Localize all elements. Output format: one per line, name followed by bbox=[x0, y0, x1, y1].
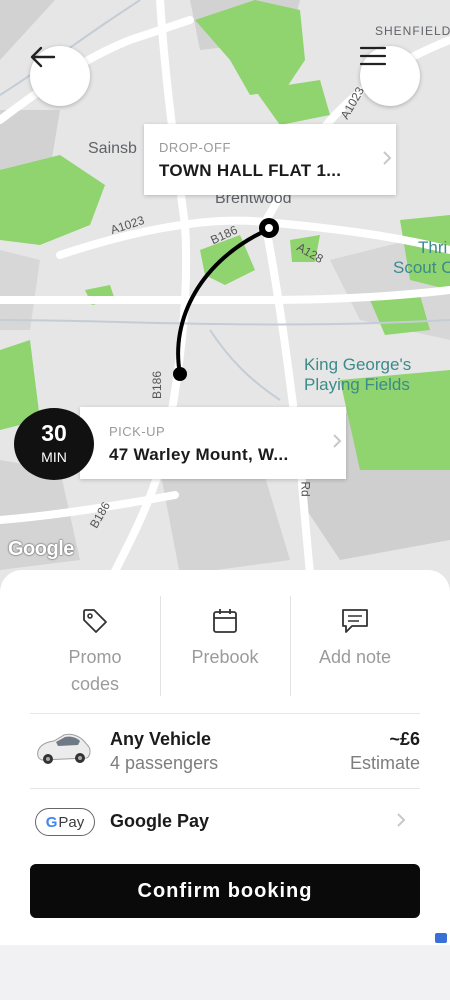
fare-price: ~£6 bbox=[389, 729, 420, 749]
dropoff-caption: DROP-OFF bbox=[159, 140, 231, 155]
eta-minutes: 30 bbox=[41, 420, 67, 446]
eta-unit: MIN bbox=[41, 449, 67, 465]
prebook-button[interactable]: Prebook bbox=[160, 596, 290, 696]
pickup-card[interactable]: PICK-UP 47 Warley Mount, W... bbox=[80, 407, 346, 479]
google-logo: Google bbox=[8, 538, 74, 560]
fare-estimate-label: Estimate bbox=[349, 753, 420, 773]
calendar-icon bbox=[160, 606, 290, 636]
car-icon bbox=[34, 729, 92, 772]
map-label-thri: Thri bbox=[418, 238, 448, 257]
menu-button[interactable] bbox=[360, 46, 420, 106]
booking-sheet: Promo codes Prebook Add note Any Vehicle… bbox=[0, 570, 450, 945]
add-note-label: Add note bbox=[318, 647, 392, 667]
dropoff-address: TOWN HALL FLAT 1... bbox=[159, 161, 342, 180]
tag-icon bbox=[30, 606, 160, 636]
chevron-right-icon bbox=[396, 812, 406, 833]
prebook-label: Prebook bbox=[191, 647, 259, 667]
google-pay-logo: G Pay bbox=[35, 808, 95, 836]
back-button[interactable] bbox=[30, 46, 90, 106]
road-label-b186-mid: B186 bbox=[150, 370, 165, 400]
road-label-rd: Rd bbox=[298, 481, 313, 497]
confirm-booking-button[interactable]: Confirm booking bbox=[30, 864, 420, 918]
add-note-button[interactable]: Add note bbox=[290, 596, 420, 696]
divider bbox=[30, 788, 420, 789]
briefcase-icon bbox=[435, 933, 447, 943]
note-icon bbox=[290, 606, 420, 636]
promo-codes-button[interactable]: Promo codes bbox=[30, 596, 160, 696]
promo-codes-label-line2: codes bbox=[70, 674, 120, 694]
map-label-sainsbury: Sainsb bbox=[88, 140, 137, 157]
map-label-king-georges-line1: King George's bbox=[304, 355, 412, 374]
map-label-scout: Scout C bbox=[393, 258, 450, 277]
map-label-shenfield: SHENFIELD bbox=[375, 24, 450, 38]
map-view[interactable]: SHENFIELD Sainsb Brentwood Thri Scout C … bbox=[0, 0, 450, 620]
payment-method-label: Google Pay bbox=[110, 811, 210, 831]
dropoff-card[interactable]: DROP-OFF TOWN HALL FLAT 1... bbox=[144, 124, 396, 195]
payment-method-row[interactable]: G Pay Google Pay bbox=[30, 806, 420, 836]
pickup-caption: PICK-UP bbox=[109, 424, 166, 439]
vehicle-row[interactable]: Any Vehicle 4 passengers ~£6 Estimate bbox=[30, 725, 420, 781]
promo-codes-label-line1: Promo bbox=[68, 647, 122, 667]
map-label-king-georges-line2: Playing Fields bbox=[304, 375, 410, 394]
vehicle-name: Any Vehicle bbox=[110, 729, 212, 749]
eta-badge: 30 MIN bbox=[14, 408, 94, 480]
booking-actions: Promo codes Prebook Add note bbox=[30, 596, 420, 696]
divider bbox=[30, 713, 420, 714]
vehicle-passengers: 4 passengers bbox=[110, 753, 219, 773]
pickup-address: 47 Warley Mount, W... bbox=[109, 445, 289, 464]
